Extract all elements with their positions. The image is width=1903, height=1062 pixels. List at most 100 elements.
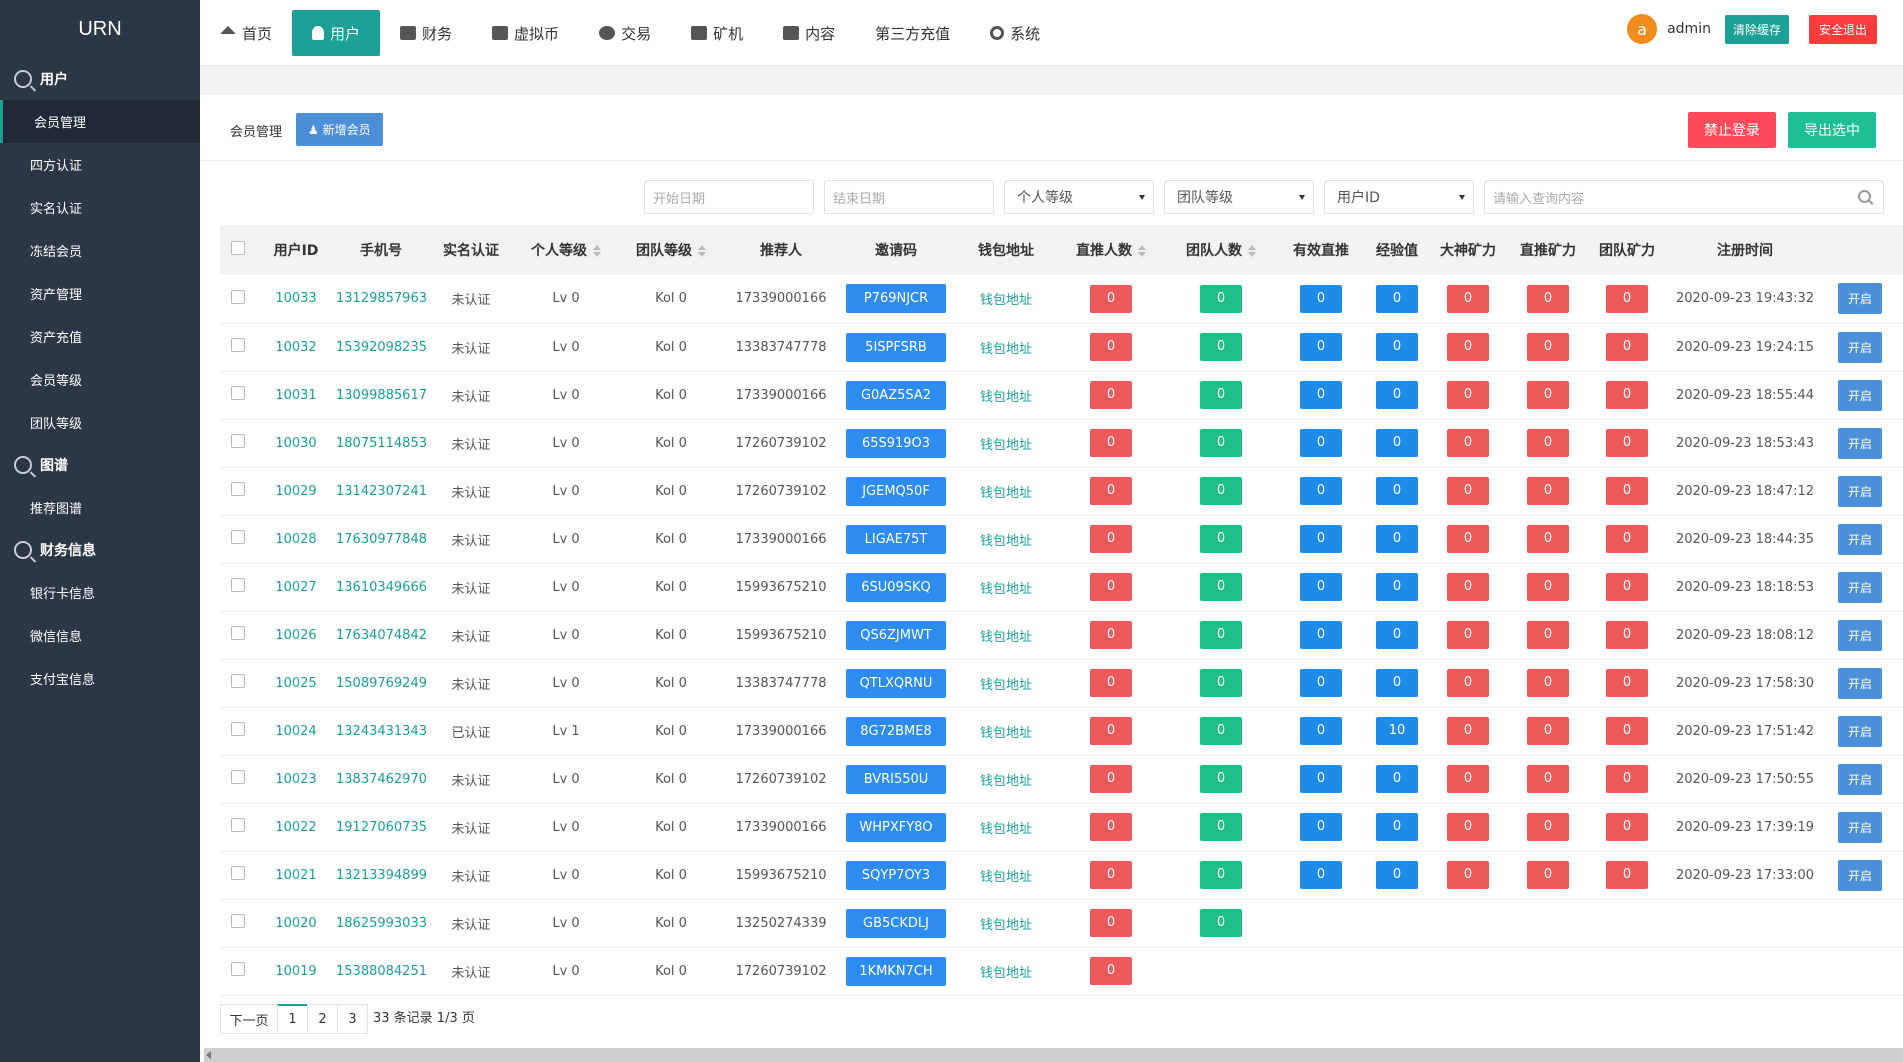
wallet-address-link[interactable]: 钱包地址 [956, 947, 1056, 996]
direct-count-cell-badge[interactable]: 0 [1090, 429, 1132, 457]
team-power-cell-badge[interactable]: 0 [1606, 573, 1648, 601]
user-id-select[interactable]: 用户ID [1324, 180, 1474, 214]
row-checkbox[interactable] [231, 386, 245, 400]
wallet-address-link[interactable]: 钱包地址 [956, 563, 1056, 612]
row-select-cell[interactable] [220, 755, 256, 804]
direct-count-cell-badge[interactable]: 0 [1090, 669, 1132, 697]
invite-code-badge[interactable]: QTLXQRNU [846, 668, 946, 698]
row-select-cell[interactable] [220, 419, 256, 468]
sidebar-item-team-level[interactable]: 团队等级 [0, 401, 200, 444]
team-power-cell-badge[interactable]: 0 [1606, 429, 1648, 457]
experience-cell-badge[interactable]: 10 [1376, 717, 1418, 745]
sidebar-item-wechat-info[interactable]: 微信信息 [0, 614, 200, 657]
team-count-cell-badge[interactable]: 0 [1200, 621, 1242, 649]
direct-power-cell-badge[interactable]: 0 [1527, 573, 1569, 601]
row-checkbox[interactable] [231, 914, 245, 928]
master-power-cell-badge[interactable]: 0 [1447, 284, 1489, 313]
experience-cell-badge[interactable]: 0 [1376, 525, 1418, 553]
sidebar-group-user[interactable]: 用户 [0, 58, 200, 100]
master-power-cell-badge[interactable]: 0 [1447, 429, 1489, 457]
open-button[interactable]: 开启 [1838, 763, 1883, 795]
nav-third-party-recharge[interactable]: 第三方充值 [855, 10, 970, 56]
row-select-cell[interactable] [220, 563, 256, 612]
sort-icon[interactable] [1248, 245, 1256, 257]
team-power-cell-badge[interactable]: 0 [1606, 333, 1648, 361]
sort-icon[interactable] [1138, 245, 1146, 257]
team-power-cell-badge[interactable]: 0 [1606, 621, 1648, 649]
master-power-cell-badge[interactable]: 0 [1447, 765, 1489, 793]
experience-cell-badge[interactable]: 0 [1376, 669, 1418, 697]
direct-count-cell-badge[interactable]: 0 [1090, 957, 1132, 985]
valid-direct-cell-badge[interactable]: 0 [1300, 333, 1342, 361]
master-power-cell-badge[interactable]: 0 [1447, 333, 1489, 361]
select-all-checkbox[interactable] [231, 241, 245, 255]
master-power-cell-badge[interactable]: 0 [1447, 477, 1489, 505]
team-power-cell-badge[interactable]: 0 [1606, 861, 1648, 889]
team-power-cell-badge[interactable]: 0 [1606, 477, 1648, 505]
open-button[interactable]: 开启 [1838, 667, 1883, 699]
valid-direct-cell-badge[interactable]: 0 [1300, 284, 1342, 313]
clear-cache-button[interactable]: 清除缓存 [1724, 14, 1789, 44]
team-power-cell-badge[interactable]: 0 [1606, 284, 1648, 313]
experience-cell-badge[interactable]: 0 [1376, 813, 1418, 841]
row-select-cell[interactable] [220, 803, 256, 852]
open-button[interactable]: 开启 [1838, 379, 1883, 411]
direct-power-cell-badge[interactable]: 0 [1527, 669, 1569, 697]
wallet-address-link[interactable]: 钱包地址 [956, 707, 1056, 756]
invite-code-badge[interactable]: QS6ZJMWT [846, 620, 946, 650]
direct-power-cell-badge[interactable]: 0 [1527, 621, 1569, 649]
sidebar-item-alipay-info[interactable]: 支付宝信息 [0, 657, 200, 700]
row-checkbox[interactable] [231, 530, 245, 544]
experience-cell-badge[interactable]: 0 [1376, 573, 1418, 601]
ban-login-button[interactable]: 禁止登录 [1688, 112, 1776, 148]
team-power-cell-badge[interactable]: 0 [1606, 381, 1648, 409]
col-team-level[interactable]: 团队等级 [616, 225, 726, 275]
experience-cell-badge[interactable]: 0 [1376, 861, 1418, 889]
direct-power-cell-badge[interactable]: 0 [1527, 717, 1569, 745]
invite-code-badge[interactable]: P769NJCR [846, 284, 946, 314]
direct-count-cell-badge[interactable]: 0 [1090, 333, 1132, 361]
direct-count-cell-badge[interactable]: 0 [1090, 861, 1132, 889]
valid-direct-cell-badge[interactable]: 0 [1300, 861, 1342, 889]
page-1-button[interactable]: 1 [277, 1004, 308, 1034]
direct-power-cell-badge[interactable]: 0 [1527, 861, 1569, 889]
sidebar-item-member-level[interactable]: 会员等级 [0, 358, 200, 401]
sort-icon[interactable] [698, 245, 706, 257]
admin-name[interactable]: admin [1667, 21, 1711, 37]
direct-power-cell-badge[interactable]: 0 [1527, 284, 1569, 313]
direct-power-cell-badge[interactable]: 0 [1527, 813, 1569, 841]
nav-user[interactable]: 用户 [292, 10, 381, 56]
prev-page-button[interactable]: 下一页 [220, 1004, 278, 1034]
direct-count-cell-badge[interactable]: 0 [1090, 284, 1132, 313]
row-checkbox[interactable] [231, 482, 245, 496]
open-button[interactable]: 开启 [1838, 859, 1883, 891]
direct-power-cell-badge[interactable]: 0 [1527, 525, 1569, 553]
team-count-cell-badge[interactable]: 0 [1200, 525, 1242, 553]
end-date-input[interactable]: 结束日期 [824, 180, 994, 214]
sidebar-group-finance[interactable]: 财务信息 [0, 529, 200, 571]
row-select-cell[interactable] [220, 899, 256, 948]
invite-code-badge[interactable]: 8G72BME8 [846, 716, 946, 746]
sort-icon[interactable] [593, 245, 601, 257]
col-direct-count[interactable]: 直推人数 [1056, 225, 1166, 275]
invite-code-badge[interactable]: BVRI550U [846, 764, 946, 794]
row-checkbox[interactable] [231, 626, 245, 640]
col-personal-level[interactable]: 个人等级 [516, 225, 616, 275]
sidebar-item-asset-recharge[interactable]: 资产充值 [0, 315, 200, 358]
master-power-cell-badge[interactable]: 0 [1447, 861, 1489, 889]
row-checkbox[interactable] [231, 434, 245, 448]
open-button[interactable]: 开启 [1838, 619, 1883, 651]
direct-count-cell-badge[interactable]: 0 [1090, 477, 1132, 505]
open-button[interactable]: 开启 [1838, 523, 1883, 555]
row-checkbox[interactable] [231, 338, 245, 352]
direct-count-cell-badge[interactable]: 0 [1090, 909, 1132, 937]
invite-code-badge[interactable]: 65S919O3 [846, 428, 946, 458]
experience-cell-badge[interactable]: 0 [1376, 429, 1418, 457]
experience-cell-badge[interactable]: 0 [1376, 284, 1418, 313]
sidebar-item-bank-card-info[interactable]: 银行卡信息 [0, 571, 200, 614]
scroll-left-icon[interactable] [206, 1051, 211, 1059]
experience-cell-badge[interactable]: 0 [1376, 381, 1418, 409]
sidebar-item-member-management[interactable]: 会员管理 [0, 100, 200, 143]
master-power-cell-badge[interactable]: 0 [1447, 813, 1489, 841]
direct-count-cell-badge[interactable]: 0 [1090, 525, 1132, 553]
